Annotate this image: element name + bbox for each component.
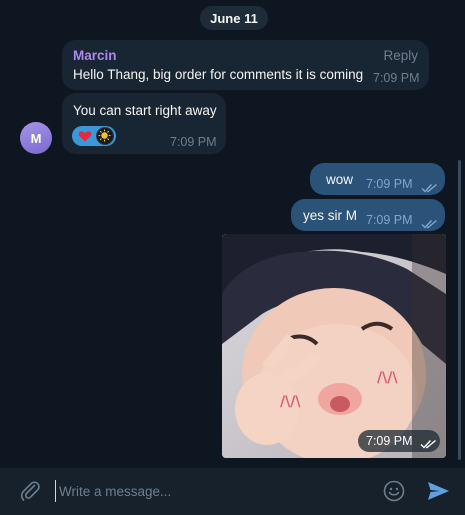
paperclip-icon[interactable] xyxy=(18,479,42,503)
reply-button[interactable]: Reply xyxy=(383,48,418,63)
message-text: wow xyxy=(326,172,354,187)
date-separator: June 11 xyxy=(200,6,268,30)
double-check-icon xyxy=(420,436,438,449)
send-icon[interactable] xyxy=(425,479,451,503)
svg-text:/\/\: /\/\ xyxy=(377,370,398,386)
heart-icon xyxy=(78,129,92,143)
message-text: Hello Thang, big order for comments it i… xyxy=(73,67,364,82)
scrollbar-thumb[interactable] xyxy=(458,160,461,460)
message-composer xyxy=(0,468,465,515)
message-time: 7:09 PM xyxy=(373,71,420,85)
message-time: 7:09 PM xyxy=(366,213,413,227)
photo-time-badge: 7:09 PM xyxy=(358,430,440,452)
reactions-pill[interactable] xyxy=(72,126,116,146)
svg-text:/\/\: /\/\ xyxy=(280,394,301,410)
reaction-avatar-icon xyxy=(96,127,114,145)
sender-avatar[interactable]: M xyxy=(20,122,52,154)
double-check-icon xyxy=(421,216,439,229)
incoming-message-bubble[interactable]: You can start right away 7:09 PM xyxy=(62,93,226,154)
outgoing-message-bubble[interactable]: wow 7:09 PM xyxy=(310,163,445,195)
outgoing-message-bubble[interactable]: yes sir M 7:09 PM xyxy=(291,199,445,231)
message-text: You can start right away xyxy=(73,103,217,118)
chat-history[interactable]: June 11 Marcin Reply Hello Thang, big or… xyxy=(0,0,465,468)
message-text: yes sir M xyxy=(303,208,357,223)
message-time: 7:09 PM xyxy=(366,177,413,191)
sender-name[interactable]: Marcin xyxy=(73,48,117,63)
message-time: 7:09 PM xyxy=(170,135,217,149)
message-input[interactable] xyxy=(55,480,355,502)
photo-message[interactable]: /\/\ /\/\ 7:09 PM xyxy=(222,234,446,458)
incoming-message-bubble[interactable]: Marcin Reply Hello Thang, big order for … xyxy=(62,40,429,90)
double-check-icon xyxy=(421,180,439,193)
emoji-icon[interactable] xyxy=(382,479,406,503)
photo-image: /\/\ /\/\ xyxy=(222,234,446,458)
message-time: 7:09 PM xyxy=(366,434,413,448)
